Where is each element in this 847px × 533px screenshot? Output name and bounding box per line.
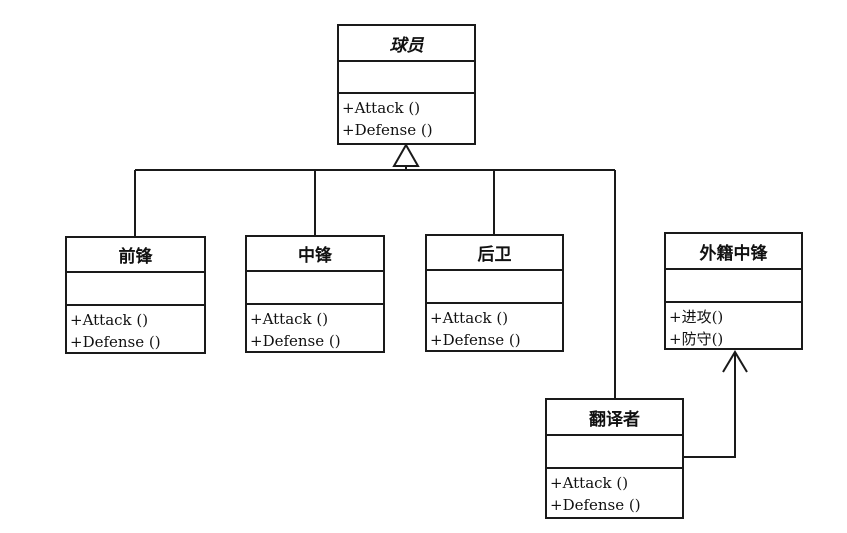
class-name: 后卫 (427, 236, 562, 271)
class-attributes (666, 270, 801, 303)
operation: +Defense () (250, 332, 341, 350)
operation: +Defense () (430, 331, 521, 349)
class-center: 中锋 +Attack () +Defense () (245, 235, 385, 353)
operation: +Attack () (70, 311, 149, 329)
class-operations: +Attack () +Defense () (339, 94, 474, 141)
association-line (684, 352, 736, 458)
operation: +Attack () (342, 99, 421, 117)
operation: +Attack () (550, 474, 629, 492)
class-attributes (339, 62, 474, 94)
class-foreign-center: 外籍中锋 +进攻() +防守() (664, 232, 803, 350)
generalization-triangle (392, 142, 420, 167)
class-operations: +Attack () +Defense () (427, 304, 562, 351)
class-operations: +Attack () +Defense () (247, 305, 383, 352)
class-player: 球员 +Attack () +Defense () (337, 24, 476, 145)
class-operations: +Attack () +Defense () (67, 306, 204, 353)
class-name: 中锋 (247, 237, 383, 272)
operation: +防守() (669, 330, 724, 348)
operation: +Attack () (430, 309, 509, 327)
class-operations: +Attack () +Defense () (547, 469, 682, 516)
class-name: 球员 (339, 26, 474, 62)
class-attributes (547, 436, 682, 469)
class-forward: 前锋 +Attack () +Defense () (65, 236, 206, 354)
class-attributes (427, 271, 562, 304)
operation: +Attack () (250, 310, 329, 328)
operation: +进攻() (669, 308, 724, 326)
class-name: 翻译者 (547, 400, 682, 436)
class-translator: 翻译者 +Attack () +Defense () (545, 398, 684, 519)
operation: +Defense () (70, 333, 161, 351)
class-attributes (247, 272, 383, 305)
class-attributes (67, 273, 204, 306)
operation: +Defense () (550, 496, 641, 514)
class-guard: 后卫 +Attack () +Defense () (425, 234, 564, 352)
operation: +Defense () (342, 121, 433, 139)
class-name: 外籍中锋 (666, 234, 801, 270)
class-name: 前锋 (67, 238, 204, 273)
class-operations: +进攻() +防守() (666, 303, 801, 350)
